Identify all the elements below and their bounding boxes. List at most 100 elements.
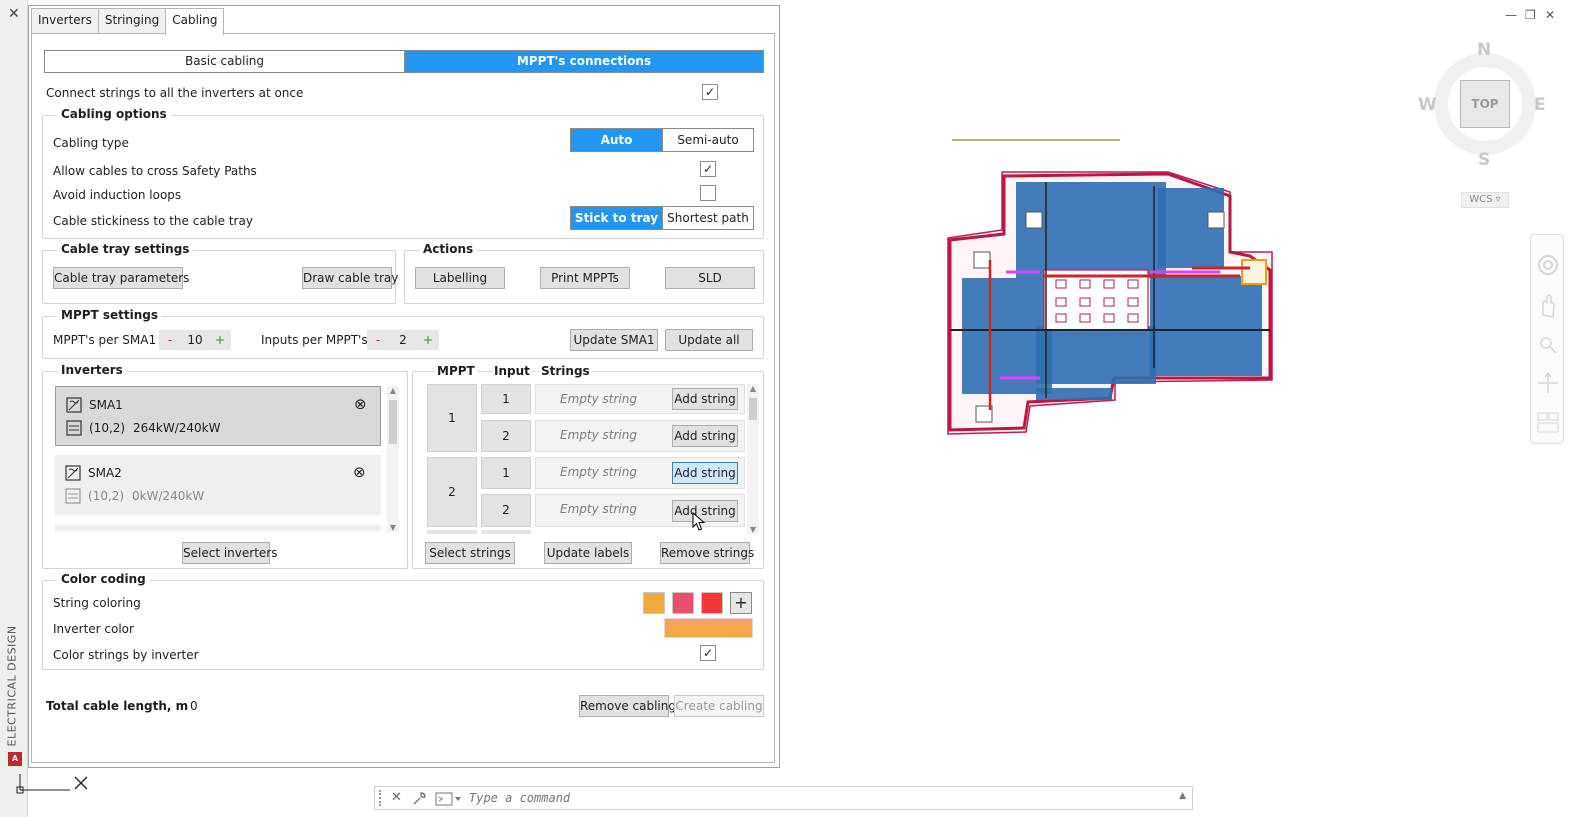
inputs-per-mppt-increment[interactable]: +: [417, 333, 439, 347]
color-by-inverter-checkbox[interactable]: ✓: [700, 645, 716, 661]
remove-inverter-icon[interactable]: ⊗: [354, 397, 367, 412]
input-row-partial: [481, 530, 531, 534]
cabling-type-auto[interactable]: Auto: [571, 129, 662, 151]
viewcube[interactable]: N S E W TOP: [1418, 40, 1546, 170]
create-cabling-button[interactable]: Create cabling: [674, 695, 764, 717]
tab-stringing[interactable]: Stringing: [97, 8, 167, 34]
stick-to-tray-option[interactable]: Stick to tray: [571, 207, 662, 229]
wcs-menu[interactable]: WCS ▿: [1461, 192, 1509, 208]
mppt-connections-button[interactable]: MPPT's connections: [404, 51, 763, 72]
labelling-button[interactable]: Labelling: [415, 267, 505, 289]
restore-icon[interactable]: ❐: [1525, 8, 1536, 22]
mppt-number: 2: [427, 457, 477, 527]
command-input[interactable]: [467, 789, 1167, 807]
cable-tray-parameters-button[interactable]: Cable tray parameters: [53, 267, 189, 289]
mppt-per-sma-decrement[interactable]: -: [159, 333, 181, 347]
inverters-scrollbar[interactable]: ▲ ▼: [387, 386, 399, 532]
mppt-number: 1: [427, 384, 477, 452]
customize-wrench-icon[interactable]: [411, 791, 427, 807]
mppt-row-partial: [427, 530, 477, 534]
inputs-per-mppt-value[interactable]: 2: [389, 333, 417, 347]
viewcube-top-face[interactable]: TOP: [1460, 80, 1510, 128]
tab-inverters[interactable]: Inverters: [31, 8, 99, 34]
inverter-icon: [65, 465, 81, 481]
sld-button[interactable]: SLD: [665, 267, 755, 289]
connect-all-checkbox[interactable]: ✓: [702, 84, 718, 100]
string-color-swatch-pink[interactable]: [672, 592, 694, 614]
cabling-panel: Basic cabling MPPT's connections Connect…: [31, 33, 775, 763]
strings-column-header: Strings: [539, 364, 592, 378]
string-slot: Empty string Add string: [535, 457, 745, 489]
inverter-card-sma2[interactable]: SMA2 ⊗ (10,2) 0kW/240kW: [55, 455, 381, 515]
mppt-table-scrollbar[interactable]: ▲ ▼: [747, 384, 759, 534]
navigation-tools-icon[interactable]: [1536, 249, 1560, 435]
color-coding-title: Color coding: [57, 572, 150, 586]
palette-side-strip: ✕ ELECTRICAL DESIGN A: [0, 0, 28, 817]
remove-cabling-button[interactable]: Remove cabling: [579, 695, 676, 717]
remove-strings-button[interactable]: Remove strings: [660, 542, 754, 564]
cabling-type-semi-auto[interactable]: Semi-auto: [662, 129, 753, 151]
app-logo-icon: A: [8, 752, 22, 766]
color-coding-group: Color coding String coloring + Inverter …: [42, 572, 764, 670]
site-layout-drawing[interactable]: [940, 130, 1280, 440]
compass-north[interactable]: N: [1477, 40, 1491, 60]
close-palette-icon[interactable]: ✕: [8, 6, 20, 22]
draw-cable-tray-button[interactable]: Draw cable tray: [302, 267, 398, 289]
inverter-config: (10,2): [89, 421, 126, 435]
update-labels-button[interactable]: Update labels: [544, 542, 632, 564]
compass-west[interactable]: W: [1418, 95, 1437, 115]
inverter-config: (10,2): [88, 489, 125, 503]
string-color-swatch-orange[interactable]: [643, 592, 665, 614]
add-string-button[interactable]: Add string: [672, 462, 738, 484]
close-icon[interactable]: ✕: [1545, 8, 1555, 22]
mppt-per-sma-stepper: - 10 +: [159, 330, 231, 350]
avoid-loops-checkbox[interactable]: [700, 185, 716, 201]
command-line-grip-icon[interactable]: [379, 790, 383, 806]
allow-cross-checkbox[interactable]: ✓: [700, 161, 716, 177]
mppt-settings-group: MPPT settings MPPT's per SMA1 - 10 + Inp…: [42, 308, 764, 359]
command-close-icon[interactable]: ✕: [391, 790, 402, 805]
cabling-type-switch: Auto Semi-auto: [570, 128, 754, 152]
navigation-bar: [1530, 234, 1564, 444]
command-history-arrow-icon[interactable]: ▲: [1179, 791, 1186, 801]
inverters-group: Inverters SMA1 ⊗ (10,2) 264kW/240kW SMA2…: [42, 363, 408, 569]
string-slot: Empty string Add string: [535, 420, 745, 452]
mppt-per-sma-increment[interactable]: +: [209, 333, 231, 347]
update-sma-button[interactable]: Update SMA1: [570, 329, 658, 351]
add-string-button[interactable]: Add string: [672, 425, 738, 447]
add-color-button[interactable]: +: [730, 592, 752, 614]
compass-south[interactable]: S: [1478, 150, 1490, 170]
inverter-color-label: Inverter color: [53, 622, 134, 636]
basic-cabling-button[interactable]: Basic cabling: [45, 51, 404, 72]
cabling-options-group: Cabling options Cabling type Auto Semi-a…: [42, 107, 764, 239]
stickiness-label: Cable stickiness to the cable tray: [53, 214, 253, 228]
input-number: 1: [481, 384, 531, 414]
tab-cabling[interactable]: Cabling: [165, 8, 225, 35]
inverter-color-swatch[interactable]: [664, 618, 753, 638]
string-color-swatch-red[interactable]: [701, 592, 723, 614]
inverter-card-sma1[interactable]: SMA1 ⊗ (10,2) 264kW/240kW: [55, 386, 381, 446]
total-cable-length-label: Total cable length, m: [46, 699, 189, 713]
remove-inverter-icon[interactable]: ⊗: [353, 465, 366, 480]
inputs-per-mppt-label: Inputs per MPPT's: [261, 333, 368, 347]
string-slot: Empty string Add string: [535, 494, 745, 527]
input-column-header: Input: [492, 364, 532, 378]
shortest-path-option[interactable]: Shortest path: [662, 207, 753, 229]
mppt-column-header: MPPT: [435, 364, 477, 378]
string-slot-text: Empty string: [560, 465, 637, 479]
print-mppts-button[interactable]: Print MPPTs: [540, 267, 630, 289]
inputs-per-mppt-decrement[interactable]: -: [367, 333, 389, 347]
inverter-config-icon: [65, 488, 81, 504]
update-all-button[interactable]: Update all: [665, 329, 753, 351]
compass-east[interactable]: E: [1534, 95, 1546, 115]
mppt-per-sma-value[interactable]: 10: [181, 333, 209, 347]
minimize-icon[interactable]: —: [1505, 8, 1517, 22]
select-strings-button[interactable]: Select strings: [425, 542, 515, 564]
select-inverters-button[interactable]: Select inverters: [182, 542, 277, 564]
add-string-button[interactable]: Add string: [672, 388, 738, 410]
mppt-per-sma-label: MPPT's per SMA1: [53, 333, 157, 347]
mouse-cursor-icon: [692, 512, 706, 531]
inverter-icon: [66, 397, 82, 413]
command-prompt-icon[interactable]: [435, 792, 463, 806]
string-slot: Empty string Add string: [535, 384, 745, 414]
